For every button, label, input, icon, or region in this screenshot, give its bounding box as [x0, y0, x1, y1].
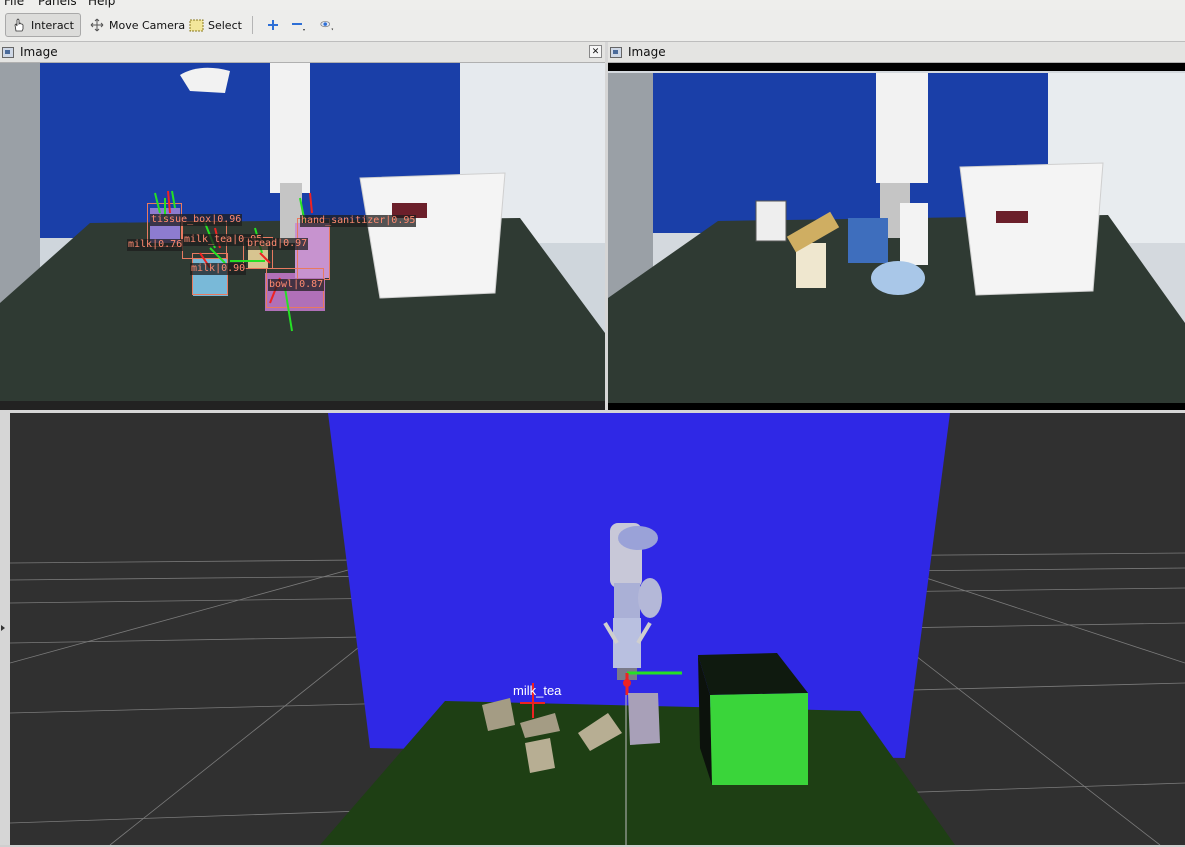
- camera-image-left: milk|0.76 tissue_box|0.96 milk_tea|0.95 …: [0, 63, 605, 410]
- close-icon[interactable]: ✕: [589, 45, 602, 58]
- detection-label: hand_sanitizer|0.95: [300, 215, 417, 227]
- interact-button[interactable]: Interact: [5, 13, 81, 37]
- detection-label: bread|0.97: [246, 238, 309, 250]
- camera-image-right: [608, 63, 1185, 410]
- detection-label: bowl|0.87: [268, 279, 325, 291]
- collapse-arrow-icon[interactable]: [1, 625, 5, 631]
- menu-bar: File Panels Help: [0, 0, 1185, 10]
- pose-axes-overlay: [154, 190, 313, 332]
- rviz-3d-view[interactable]: milk_tea: [10, 413, 1185, 845]
- move-camera-icon: [89, 17, 105, 33]
- image-panel-left: Image ✕ milk|0.76 tissue_box|0.96 milk_t…: [0, 42, 605, 410]
- select-box-icon: [188, 17, 204, 33]
- image-icon: [2, 46, 14, 58]
- panel-title: Image: [20, 45, 58, 59]
- panel-title: Image: [628, 45, 666, 59]
- toolbar-divider: [252, 16, 253, 34]
- menu-file[interactable]: File: [4, 0, 24, 8]
- minus-icon: [291, 17, 307, 33]
- plus-icon: [265, 17, 281, 33]
- select-button[interactable]: Select: [183, 13, 247, 37]
- camera-type-button[interactable]: [314, 13, 340, 37]
- image-panel-right: Image: [608, 42, 1185, 410]
- detection-label: milk|0.76: [127, 239, 184, 251]
- image-icon: [610, 46, 622, 58]
- detection-label: tissue_box|0.96: [150, 214, 243, 226]
- menu-help[interactable]: Help: [88, 0, 115, 8]
- scene-3d: [10, 413, 1185, 845]
- camera-scene-right: [608, 63, 1185, 410]
- panel-title-bar: Image: [608, 42, 1185, 63]
- panel-title-bar: Image ✕: [0, 42, 605, 63]
- toolbar: Interact Move Camera Select: [0, 10, 1185, 42]
- object-label: milk_tea: [513, 683, 562, 698]
- interact-label: Interact: [31, 18, 74, 32]
- add-tool-button[interactable]: [260, 13, 286, 37]
- eye-icon: [319, 17, 335, 33]
- detection-label: milk|0.90: [190, 263, 247, 275]
- move-camera-label: Move Camera: [109, 18, 186, 32]
- hand-pointer-icon: [11, 17, 27, 33]
- menu-panels[interactable]: Panels: [38, 0, 77, 8]
- remove-tool-button[interactable]: [286, 13, 312, 37]
- move-camera-button[interactable]: Move Camera: [84, 13, 190, 37]
- select-label: Select: [208, 18, 242, 32]
